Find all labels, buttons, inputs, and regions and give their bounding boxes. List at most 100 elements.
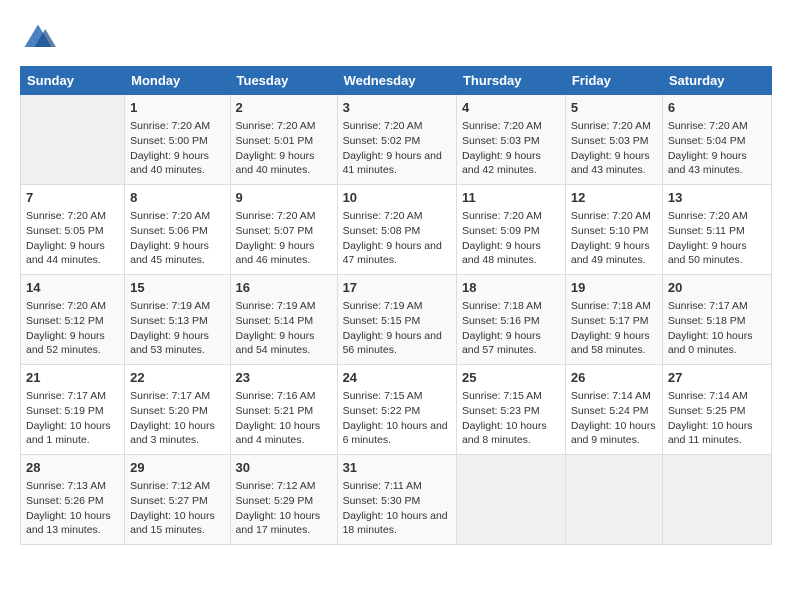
day-number: 7 bbox=[26, 189, 119, 207]
sunset: Sunset: 5:16 PM bbox=[462, 315, 540, 327]
sunrise: Sunrise: 7:17 AM bbox=[668, 300, 748, 312]
week-row-3: 14Sunrise: 7:20 AMSunset: 5:12 PMDayligh… bbox=[21, 275, 772, 365]
sunset: Sunset: 5:22 PM bbox=[343, 405, 421, 417]
daylight: Daylight: 9 hours and 43 minutes. bbox=[571, 150, 650, 177]
sunrise: Sunrise: 7:20 AM bbox=[462, 120, 542, 132]
col-header-tuesday: Tuesday bbox=[230, 67, 337, 95]
day-number: 19 bbox=[571, 279, 657, 297]
week-row-5: 28Sunrise: 7:13 AMSunset: 5:26 PMDayligh… bbox=[21, 455, 772, 545]
sunset: Sunset: 5:03 PM bbox=[462, 135, 540, 147]
calendar-cell: 22Sunrise: 7:17 AMSunset: 5:20 PMDayligh… bbox=[125, 365, 230, 455]
day-number: 1 bbox=[130, 99, 224, 117]
day-number: 28 bbox=[26, 459, 119, 477]
calendar-cell: 16Sunrise: 7:19 AMSunset: 5:14 PMDayligh… bbox=[230, 275, 337, 365]
calendar-cell: 9Sunrise: 7:20 AMSunset: 5:07 PMDaylight… bbox=[230, 185, 337, 275]
header-row: SundayMondayTuesdayWednesdayThursdayFrid… bbox=[21, 67, 772, 95]
sunrise: Sunrise: 7:20 AM bbox=[343, 120, 423, 132]
calendar-header: SundayMondayTuesdayWednesdayThursdayFrid… bbox=[21, 67, 772, 95]
sunrise: Sunrise: 7:11 AM bbox=[343, 480, 422, 492]
daylight: Daylight: 9 hours and 52 minutes. bbox=[26, 330, 105, 357]
daylight: Daylight: 9 hours and 54 minutes. bbox=[236, 330, 315, 357]
sunset: Sunset: 5:20 PM bbox=[130, 405, 208, 417]
sunrise: Sunrise: 7:18 AM bbox=[571, 300, 651, 312]
calendar-cell: 14Sunrise: 7:20 AMSunset: 5:12 PMDayligh… bbox=[21, 275, 125, 365]
day-number: 16 bbox=[236, 279, 332, 297]
calendar-cell: 28Sunrise: 7:13 AMSunset: 5:26 PMDayligh… bbox=[21, 455, 125, 545]
sunset: Sunset: 5:24 PM bbox=[571, 405, 649, 417]
calendar-cell: 7Sunrise: 7:20 AMSunset: 5:05 PMDaylight… bbox=[21, 185, 125, 275]
calendar-cell: 3 Sunrise: 7:20 AM Sunset: 5:02 PM Daylight… bbox=[337, 95, 456, 185]
sunrise: Sunrise: 7:20 AM bbox=[26, 210, 106, 222]
sunset: Sunset: 5:04 PM bbox=[668, 135, 746, 147]
day-number: 11 bbox=[462, 189, 560, 207]
day-number: 31 bbox=[343, 459, 451, 477]
daylight: Daylight: 10 hours and 13 minutes. bbox=[26, 510, 111, 537]
daylight: Daylight: 9 hours and 56 minutes. bbox=[343, 330, 442, 357]
sunset: Sunset: 5:21 PM bbox=[236, 405, 314, 417]
sunrise: Sunrise: 7:19 AM bbox=[130, 300, 210, 312]
daylight: Daylight: 10 hours and 0 minutes. bbox=[668, 330, 753, 357]
sunrise: Sunrise: 7:19 AM bbox=[236, 300, 316, 312]
daylight: Daylight: 9 hours and 50 minutes. bbox=[668, 240, 747, 267]
col-header-saturday: Saturday bbox=[662, 67, 771, 95]
calendar-cell: 15Sunrise: 7:19 AMSunset: 5:13 PMDayligh… bbox=[125, 275, 230, 365]
calendar-cell: 31Sunrise: 7:11 AMSunset: 5:30 PMDayligh… bbox=[337, 455, 456, 545]
daylight: Daylight: 10 hours and 15 minutes. bbox=[130, 510, 215, 537]
sunrise: Sunrise: 7:14 AM bbox=[571, 390, 651, 402]
calendar-cell bbox=[565, 455, 662, 545]
sunrise: Sunrise: 7:12 AM bbox=[130, 480, 210, 492]
calendar-cell: 4 Sunrise: 7:20 AM Sunset: 5:03 PM Daylight… bbox=[456, 95, 565, 185]
calendar-cell: 23Sunrise: 7:16 AMSunset: 5:21 PMDayligh… bbox=[230, 365, 337, 455]
calendar-cell: 10Sunrise: 7:20 AMSunset: 5:08 PMDayligh… bbox=[337, 185, 456, 275]
day-number: 2 bbox=[236, 99, 332, 117]
sunrise: Sunrise: 7:19 AM bbox=[343, 300, 423, 312]
sunrise: Sunrise: 7:17 AM bbox=[26, 390, 106, 402]
day-number: 3 bbox=[343, 99, 451, 117]
sunrise: Sunrise: 7:20 AM bbox=[236, 210, 316, 222]
day-number: 5 bbox=[571, 99, 657, 117]
daylight: Daylight: 9 hours and 43 minutes. bbox=[668, 150, 747, 177]
calendar-cell: 26Sunrise: 7:14 AMSunset: 5:24 PMDayligh… bbox=[565, 365, 662, 455]
sunset: Sunset: 5:23 PM bbox=[462, 405, 540, 417]
calendar-cell: 5Sunrise: 7:20 AMSunset: 5:03 PMDaylight… bbox=[565, 95, 662, 185]
col-header-thursday: Thursday bbox=[456, 67, 565, 95]
sunrise: Sunrise: 7:13 AM bbox=[26, 480, 106, 492]
daylight: Daylight: 9 hours and 44 minutes. bbox=[26, 240, 105, 267]
calendar-cell: 18Sunrise: 7:18 AMSunset: 5:16 PMDayligh… bbox=[456, 275, 565, 365]
col-header-sunday: Sunday bbox=[21, 67, 125, 95]
sunset: Sunset: 5:19 PM bbox=[26, 405, 104, 417]
sunset: Sunset: 5:15 PM bbox=[343, 315, 421, 327]
daylight: Daylight: 9 hours and 48 minutes. bbox=[462, 240, 541, 267]
logo-icon bbox=[20, 20, 56, 56]
calendar-cell: 21 Sunrise: 7:17 AM Sunset: 5:19 PM Dayligh… bbox=[21, 365, 125, 455]
sunrise: Sunrise: 7:20 AM bbox=[130, 210, 210, 222]
daylight: Daylight: 9 hours and 57 minutes. bbox=[462, 330, 541, 357]
sunrise: Sunrise: 7:20 AM bbox=[462, 210, 542, 222]
calendar-cell: 6Sunrise: 7:20 AMSunset: 5:04 PMDaylight… bbox=[662, 95, 771, 185]
daylight: Daylight: 9 hours and 42 minutes. bbox=[462, 150, 541, 177]
daylight: Daylight: 9 hours and 46 minutes. bbox=[236, 240, 315, 267]
daylight: Daylight: 10 hours and 1 minute. bbox=[26, 420, 111, 447]
day-number: 24 bbox=[343, 369, 451, 387]
sunset: Sunset: 5:09 PM bbox=[462, 225, 540, 237]
sunset: Sunset: 5:02 PM bbox=[343, 135, 421, 147]
sunset: Sunset: 5:11 PM bbox=[668, 225, 745, 237]
sunset: Sunset: 5:03 PM bbox=[571, 135, 649, 147]
col-header-friday: Friday bbox=[565, 67, 662, 95]
day-number: 21 bbox=[26, 369, 119, 387]
day-number: 22 bbox=[130, 369, 224, 387]
daylight: Daylight: 10 hours and 3 minutes. bbox=[130, 420, 215, 447]
daylight: Daylight: 9 hours and 41 minutes. bbox=[343, 150, 442, 177]
sunrise: Sunrise: 7:20 AM bbox=[26, 300, 106, 312]
calendar-cell: 20 Sunrise: 7:17 AM Sunset: 5:18 PM Dayligh… bbox=[662, 275, 771, 365]
sunrise: Sunrise: 7:12 AM bbox=[236, 480, 316, 492]
calendar-cell: 17Sunrise: 7:19 AMSunset: 5:15 PMDayligh… bbox=[337, 275, 456, 365]
day-number: 14 bbox=[26, 279, 119, 297]
sunset: Sunset: 5:17 PM bbox=[571, 315, 649, 327]
daylight: Daylight: 10 hours and 9 minutes. bbox=[571, 420, 656, 447]
sunset: Sunset: 5:18 PM bbox=[668, 315, 746, 327]
daylight: Daylight: 9 hours and 53 minutes. bbox=[130, 330, 209, 357]
day-number: 20 bbox=[668, 279, 766, 297]
daylight: Daylight: 9 hours and 40 minutes. bbox=[130, 150, 209, 177]
day-number: 4 bbox=[462, 99, 560, 117]
